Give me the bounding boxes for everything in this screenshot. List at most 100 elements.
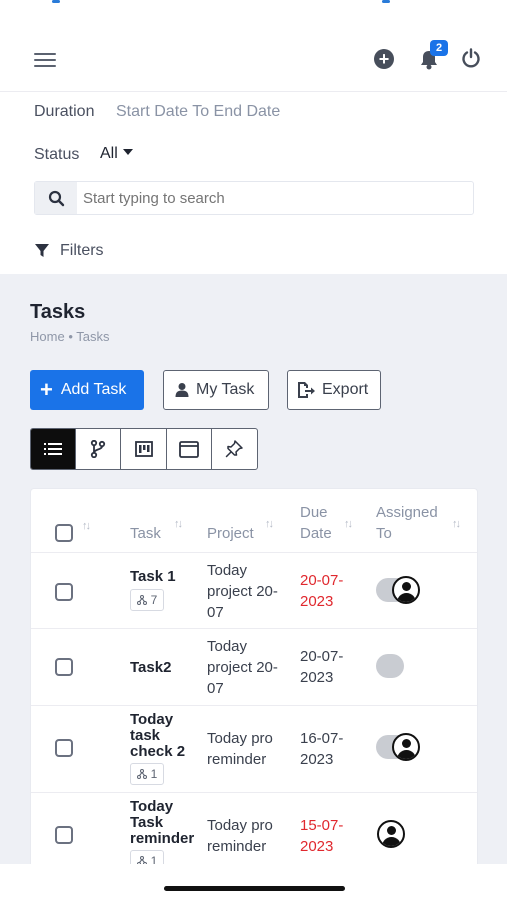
power-icon[interactable] [460, 47, 482, 69]
project-line: project 20- [207, 583, 278, 600]
task-name-link[interactable]: Task2 [130, 660, 171, 676]
project-line: reminder [207, 751, 267, 768]
duration-label: Duration [34, 103, 95, 120]
sort-icon[interactable]: ↑↓ [174, 518, 183, 530]
status-indicator [382, 0, 390, 3]
system-bottom-bar [0, 864, 507, 900]
subtask-icon [136, 769, 147, 779]
row-checkbox[interactable] [55, 583, 73, 601]
task-name-line: task [130, 727, 161, 744]
select-all-checkbox[interactable] [55, 524, 73, 542]
subtask-icon [136, 595, 147, 605]
sort-icon[interactable]: ↑↓ [452, 518, 461, 530]
table-row[interactable]: Today task check 2 1 Today pro reminder … [31, 706, 477, 793]
task-name-line: Today [130, 711, 174, 728]
column-project[interactable]: Project [207, 523, 254, 544]
row-checkbox[interactable] [55, 658, 73, 676]
user-avatar-icon [392, 576, 420, 604]
add-circle-icon[interactable]: + [374, 49, 394, 69]
status-select[interactable]: All [100, 145, 133, 163]
kanban-icon [134, 441, 153, 457]
task-name-line: Task [130, 814, 164, 831]
subtask-count-badge: 1 [130, 763, 164, 785]
export-label: Export [322, 381, 369, 398]
due-date-line: 2023 [300, 593, 334, 610]
list-view-button[interactable] [31, 429, 77, 469]
filters-button-label: Filters [60, 242, 104, 259]
status-indicator [52, 0, 60, 3]
column-assigned-line2: To [376, 525, 392, 542]
task-name-link[interactable]: Task 1 [130, 569, 176, 585]
pinned-view-button[interactable] [212, 429, 257, 469]
add-task-button[interactable]: + Add Task [30, 370, 144, 410]
project-cell: Today project 20- 07 [207, 636, 278, 699]
my-task-label: My Task [196, 381, 255, 398]
branch-view-button[interactable] [76, 429, 122, 469]
search-box [34, 181, 474, 215]
due-date-line: 20-07- [300, 572, 344, 589]
search-input[interactable] [83, 190, 463, 207]
my-task-button[interactable]: My Task [163, 370, 269, 410]
user-avatar-icon [392, 733, 420, 761]
task-name-line: reminder [130, 830, 195, 847]
subtask-count-badge: 7 [130, 589, 164, 611]
project-line: reminder [207, 838, 267, 855]
assignee-group[interactable] [376, 819, 416, 849]
funnel-icon [35, 244, 49, 257]
subtask-count: 1 [150, 854, 158, 864]
sort-icon[interactable]: ↑↓ [344, 518, 353, 530]
project-line: Today pro [207, 730, 273, 747]
task-name-line: check 2 [130, 743, 186, 760]
sort-icon[interactable]: ↑↓ [82, 520, 91, 532]
search-icon [35, 182, 77, 214]
table-row[interactable]: Task2 Today project 20- 07 20-07- 2023 [31, 629, 477, 706]
row-checkbox[interactable] [55, 826, 73, 844]
project-line: Today [207, 562, 248, 579]
project-line: Today pro [207, 817, 273, 834]
assignee-group[interactable] [376, 651, 416, 681]
column-due-date[interactable]: Due Date [300, 502, 332, 544]
kanban-view-button[interactable] [121, 429, 167, 469]
calendar-view-button[interactable] [167, 429, 212, 469]
breadcrumb: Home • Tasks [30, 329, 110, 344]
tasks-table: ↑↓ Task ↑↓ Project ↑↓ Due Date ↑↓ Assign… [30, 488, 478, 864]
column-assigned-line1: Assigned [376, 504, 438, 521]
add-task-label: Add Task [60, 381, 127, 398]
table-row[interactable]: Today Task reminder 1 Today pro reminder… [31, 793, 477, 864]
due-date-cell: 20-07- 2023 [300, 570, 343, 612]
breadcrumb-home[interactable]: Home [30, 329, 65, 344]
due-date-line: 20-07- [300, 648, 344, 665]
export-button[interactable]: Export [287, 370, 381, 410]
project-line: 07 [207, 604, 224, 621]
project-line: project 20- [207, 659, 278, 676]
table-row[interactable]: Task 1 7 Today project 20- 07 20-07- 202… [31, 553, 477, 629]
plus-icon: + [40, 377, 53, 402]
task-name-link[interactable]: Today Task reminder [130, 799, 194, 847]
status-select-value: All [100, 145, 118, 162]
column-task[interactable]: Task [130, 523, 161, 544]
subtask-count: 1 [150, 767, 158, 781]
assignee-group[interactable] [376, 575, 446, 605]
project-line: 07 [207, 680, 224, 697]
calendar-icon [178, 441, 199, 458]
task-name-link[interactable]: Today task check 2 [130, 712, 185, 760]
task-name-line: Today [130, 798, 174, 815]
view-switcher [30, 428, 258, 470]
sort-icon[interactable]: ↑↓ [265, 518, 274, 530]
due-date-line: 2023 [300, 838, 334, 855]
assignee-group[interactable] [376, 732, 446, 762]
duration-range-picker[interactable]: Start Date To End Date [116, 103, 280, 121]
subtask-count: 7 [150, 593, 158, 607]
due-date-line: 2023 [300, 751, 334, 768]
filter-panel: Duration Start Date To End Date Status A… [0, 92, 507, 274]
breadcrumb-separator: • [68, 329, 73, 344]
menu-icon[interactable] [34, 52, 56, 68]
project-line: Today [207, 638, 248, 655]
subtask-icon [136, 856, 147, 864]
row-checkbox[interactable] [55, 739, 73, 757]
project-cell: Today pro reminder [207, 728, 273, 770]
breadcrumb-current: Tasks [76, 329, 110, 344]
home-indicator[interactable] [164, 886, 345, 891]
column-assigned-to[interactable]: Assigned To [376, 502, 438, 544]
subtask-count-badge: 1 [130, 850, 164, 864]
